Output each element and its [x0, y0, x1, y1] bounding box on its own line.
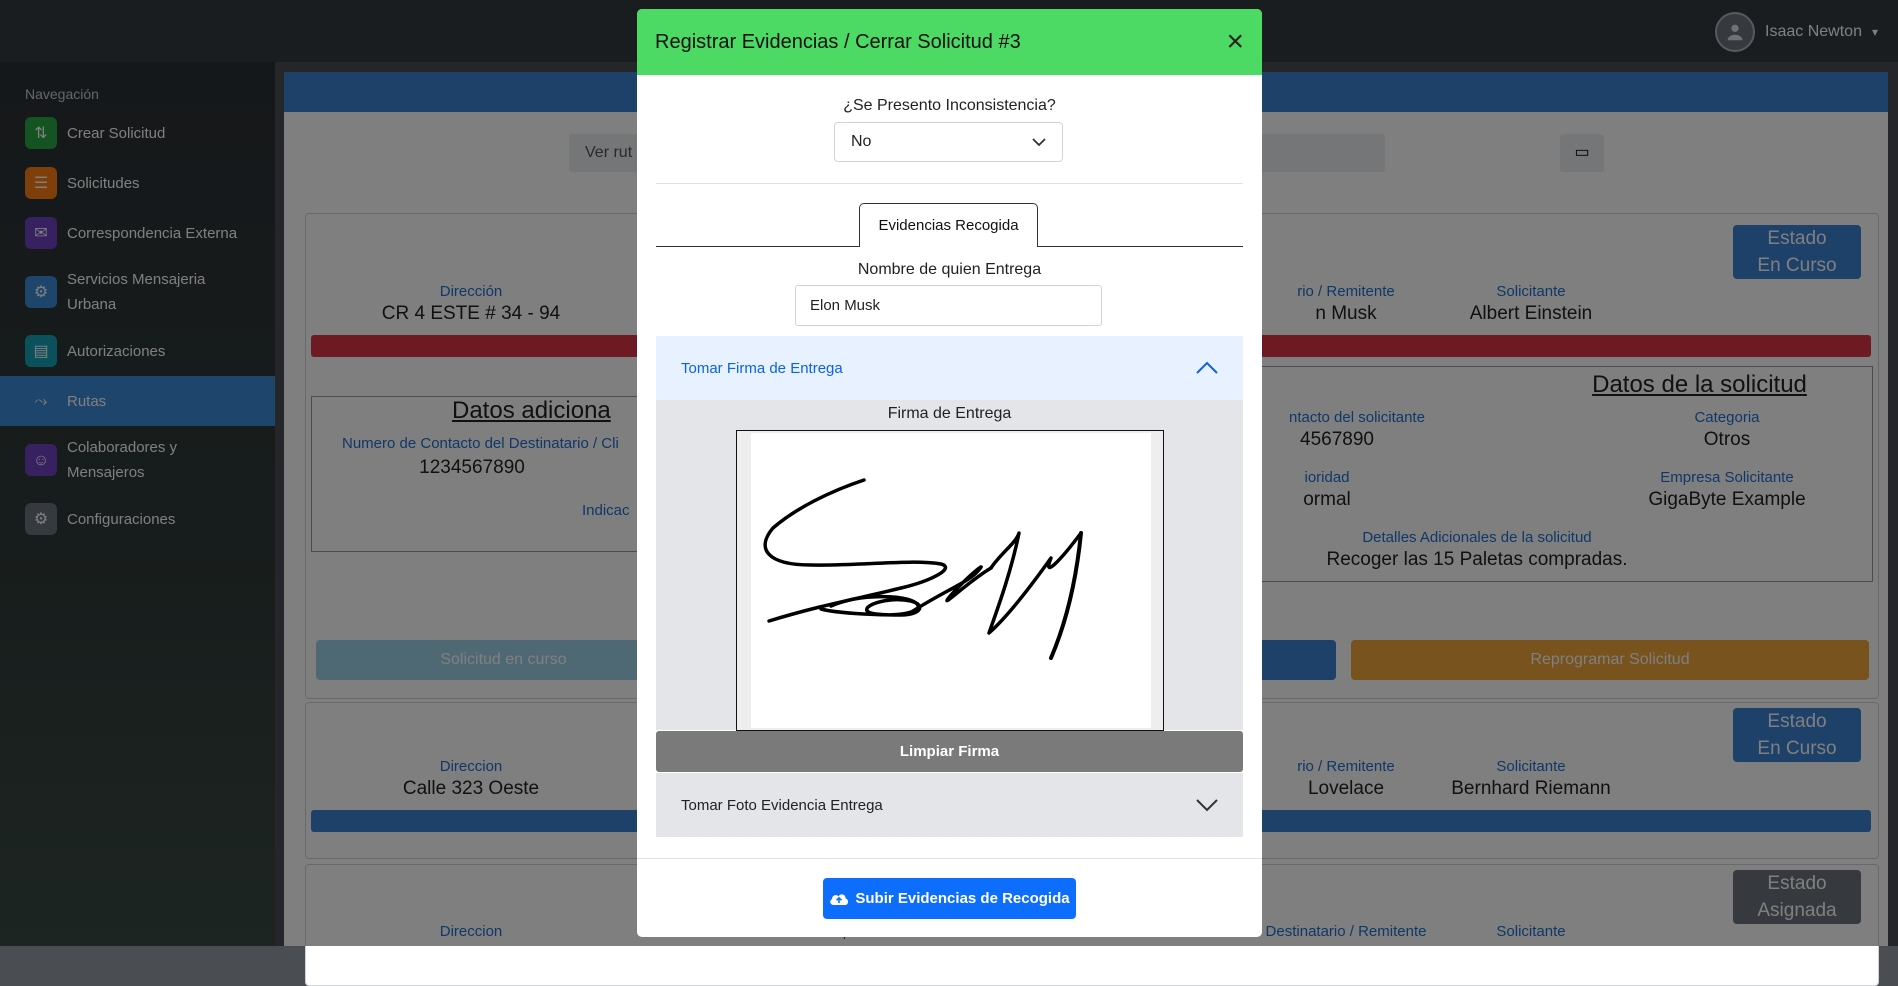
divider [637, 858, 1262, 859]
chevron-down-icon [1032, 138, 1046, 147]
accordion-firma-body: Firma de Entrega [656, 400, 1243, 731]
signature-drawing [763, 478, 1083, 660]
inconsistencia-select[interactable]: No [834, 122, 1063, 162]
accordion-firma-label: Tomar Firma de Entrega [681, 359, 843, 377]
divider [656, 183, 1243, 184]
inconsistencia-label: ¿Se Presento Inconsistencia? [843, 97, 1056, 114]
nombre-input[interactable]: Elon Musk [795, 285, 1102, 326]
close-icon[interactable]: × [1226, 27, 1244, 57]
inconsistencia-value: No [851, 133, 872, 150]
cloud-upload-icon [830, 893, 849, 905]
modal-header: Registrar Evidencias / Cerrar Solicitud … [637, 9, 1262, 75]
evidence-modal: Registrar Evidencias / Cerrar Solicitud … [637, 9, 1262, 937]
tab-evidencias-recogida[interactable]: Evidencias Recogida [859, 203, 1038, 247]
chevron-down-icon [1196, 799, 1218, 812]
signature-canvas[interactable] [751, 433, 1151, 728]
chevron-up-icon [1196, 361, 1218, 374]
accordion-foto-header[interactable]: Tomar Foto Evidencia Entrega [656, 773, 1243, 837]
nombre-label: Nombre de quien Entrega [857, 261, 1042, 278]
limpiar-firma-button[interactable]: Limpiar Firma [656, 731, 1243, 772]
nombre-input-value: Elon Musk [810, 297, 881, 314]
accordion-foto-label: Tomar Foto Evidencia Entrega [681, 796, 883, 814]
signature-frame [736, 430, 1164, 731]
subir-evidencias-label: Subir Evidencias de Recogida [855, 890, 1070, 907]
modal-title: Registrar Evidencias / Cerrar Solicitud … [655, 30, 1021, 53]
firma-label: Firma de Entrega [887, 405, 1012, 422]
subir-evidencias-button[interactable]: Subir Evidencias de Recogida [823, 878, 1076, 919]
accordion-firma-header[interactable]: Tomar Firma de Entrega [656, 336, 1243, 400]
